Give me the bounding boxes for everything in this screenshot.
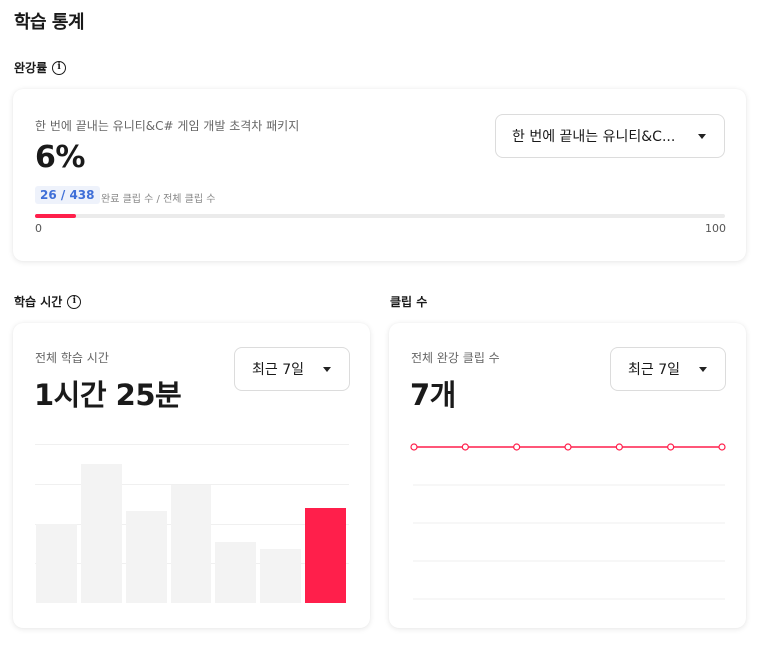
study-time-card-label: 전체 학습 시간 (35, 351, 109, 365)
chevron-down-icon (699, 367, 707, 372)
course-name: 한 번에 끝내는 유니티&C# 게임 개발 초격차 패키지 (35, 119, 300, 133)
clips-point[interactable] (461, 443, 469, 451)
study-time-label-text: 학습 시간 (14, 295, 63, 309)
clips-point[interactable] (667, 443, 675, 451)
completion-progress-track (35, 214, 725, 218)
clips-section-label: 클립 수 (390, 293, 427, 310)
clips-point[interactable] (410, 443, 418, 451)
progress-min-label: 0 (35, 222, 42, 235)
clips-period-value: 최근 7일 (628, 362, 680, 378)
clips-label-text: 클립 수 (390, 295, 428, 309)
info-icon[interactable]: i (52, 60, 67, 75)
course-dropdown-value: 한 번에 끝내는 유니티&C... (512, 129, 676, 145)
clips-period-dropdown[interactable]: 최근 7일 (610, 347, 726, 391)
progress-max-label: 100 (705, 222, 726, 235)
clips-point[interactable] (615, 443, 623, 451)
completion-percent: 6% (35, 140, 85, 175)
course-dropdown[interactable]: 한 번에 끝내는 유니티&C... (495, 114, 725, 158)
study-time-section-label: 학습 시간 i (14, 293, 82, 310)
study-time-bar[interactable] (36, 524, 77, 603)
study-time-bar[interactable] (80, 464, 122, 603)
study-time-period-dropdown[interactable]: 최근 7일 (234, 347, 350, 391)
completion-section-label: 완강률 i (14, 59, 67, 76)
study-time-bar[interactable] (260, 549, 302, 603)
clips-line-chart (410, 443, 726, 600)
clips-point[interactable] (718, 443, 726, 451)
completion-progress-fill (35, 214, 76, 218)
study-time-bar[interactable] (305, 507, 346, 603)
completed-count-badge: 26 / 438 (35, 186, 100, 204)
clips-point[interactable] (513, 443, 521, 451)
clips-card-label: 전체 완강 클립 수 (411, 351, 500, 365)
clips-total: 7개 (410, 378, 456, 412)
gridline (35, 444, 349, 445)
info-icon[interactable]: i (67, 294, 82, 309)
study-time-bar[interactable] (170, 485, 212, 603)
completed-count-caption: 완료 클립 수 / 전체 클립 수 (101, 194, 216, 205)
chevron-down-icon (698, 134, 706, 139)
study-time-bar[interactable] (215, 541, 257, 603)
study-time-period-value: 최근 7일 (252, 362, 304, 378)
chevron-down-icon (323, 367, 331, 372)
clips-point[interactable] (564, 443, 572, 451)
page-title: 학습 통계 (14, 12, 85, 33)
study-time-total: 1시간 25분 (34, 378, 182, 412)
study-time-bar[interactable] (125, 510, 167, 603)
completion-label-text: 완강률 (14, 61, 48, 75)
